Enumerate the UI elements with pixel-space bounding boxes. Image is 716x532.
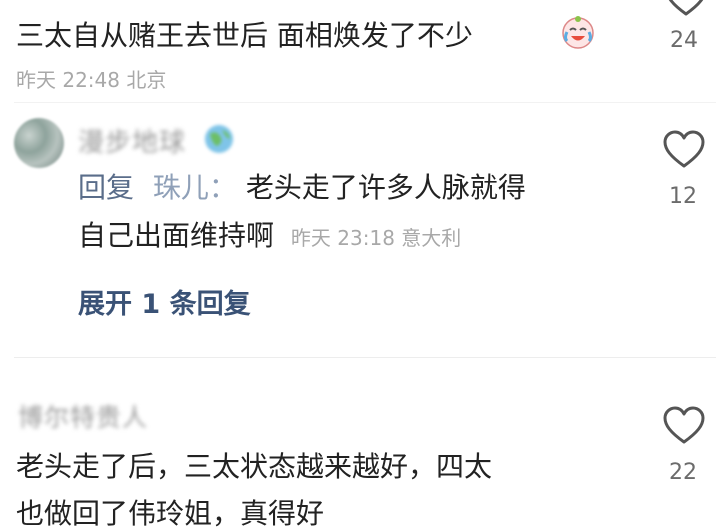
divider-1 (14, 102, 716, 103)
like-count-3: 22 (669, 460, 697, 485)
username-3[interactable]: 博尔特贵人 (18, 398, 148, 434)
crying-laughing-face-icon (562, 16, 594, 49)
divider-2 (14, 357, 716, 358)
comment-text-2-line2: 自己出面维持啊 昨天 23:18 意大利 (78, 218, 461, 256)
comment-text-3-line2: 也做回了伟玲姐，真得好 (16, 497, 325, 530)
reply-target-user[interactable]: 珠儿： (153, 171, 237, 204)
like-heart-icon-3[interactable] (662, 406, 706, 446)
comment-text-1-body: 三太自从赌王去世后 面相焕发了不少 (16, 19, 473, 52)
comment-meta-1: 昨天 22:48 北京 (16, 68, 167, 92)
like-heart-icon-1[interactable] (664, 0, 708, 18)
comment-text-2-body2: 自己出面维持啊 (78, 219, 275, 252)
avatar-2[interactable] (14, 118, 64, 168)
comment-text-2-line1: 回复 珠儿： 老头走了许多人脉就得 (78, 170, 526, 206)
expand-replies-button[interactable]: 展开 1 条回复 (78, 282, 251, 321)
comment-text-1: 三太自从赌王去世后 面相焕发了不少 (16, 18, 473, 54)
like-count-2: 12 (669, 184, 697, 209)
like-count-1: 24 (670, 28, 698, 53)
globe-badge-icon (205, 125, 233, 153)
comment-text-2-body1: 老头走了许多人脉就得 (245, 171, 526, 204)
username-2[interactable]: 漫步地球 (78, 122, 186, 159)
reply-label: 回复 (78, 171, 135, 204)
like-heart-icon-2[interactable] (662, 130, 706, 170)
comment-meta-2: 昨天 23:18 意大利 (290, 226, 462, 250)
comment-text-3-line1: 老头走了后，三太状态越来越好，四太 (16, 450, 493, 483)
